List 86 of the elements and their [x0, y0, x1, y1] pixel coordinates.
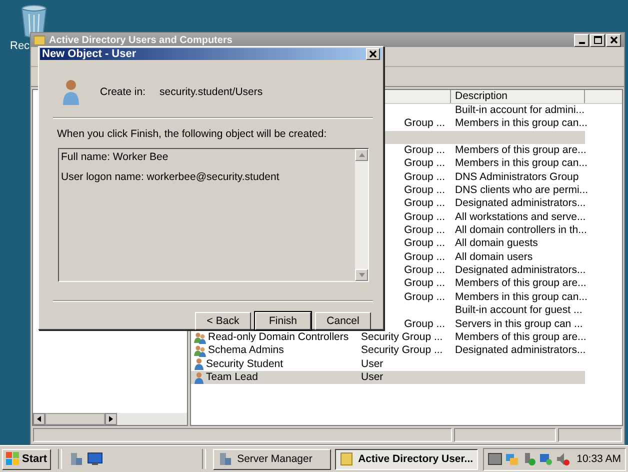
table-cell: DNS Administrators Group	[455, 170, 579, 183]
users-icon	[194, 332, 206, 344]
summary-line: Full name: Worker Bee	[61, 151, 170, 163]
table-cell: Group ...	[404, 277, 445, 291]
dialog-button[interactable]: < Back	[195, 312, 251, 330]
table-cell: Group ...	[404, 157, 445, 171]
start-button[interactable]: Start	[2, 448, 52, 470]
down-arrow-icon	[358, 273, 364, 277]
network-icon[interactable]	[538, 452, 553, 466]
table-cell: Group ...	[404, 184, 445, 198]
table-cell: All domain users	[455, 250, 533, 263]
window-title: Active Directory Users and Computers	[49, 34, 232, 46]
table-cell: Group ...	[404, 144, 445, 158]
up-arrow-icon	[358, 153, 364, 157]
table-cell: All workstations and serve...	[455, 210, 586, 223]
table-cell: Group ...	[404, 224, 445, 238]
dialog-button[interactable]: Cancel	[315, 312, 371, 330]
table-cell: Group ...	[404, 250, 445, 264]
table-cell: Designated administrators...	[455, 344, 586, 356]
table-cell: Built-in account for admini...	[455, 104, 585, 116]
users-icon	[194, 344, 206, 357]
table-cell: Servers in this group can ...	[455, 318, 583, 330]
table-cell: Schema Admins	[208, 344, 284, 358]
table-cell: Read-only Domain Controllers	[208, 330, 349, 344]
table-cell: Members in this group can...	[455, 117, 588, 130]
table-cell: Members in this group can...	[455, 157, 588, 170]
folder-icon	[340, 452, 354, 466]
dialog-button[interactable]: Finish	[255, 312, 311, 330]
taskbar-button[interactable]: Active Directory User...	[335, 448, 478, 470]
table-cell: Team Lead	[206, 370, 258, 384]
user-icon	[194, 358, 204, 370]
taskbar-button[interactable]: Server Manager	[213, 448, 332, 470]
table-cell: Group ...	[404, 318, 445, 331]
list-row[interactable]: Schema Admins Security Group ... Designated administrators...	[191, 344, 585, 358]
list-row[interactable]: Team Lead User	[191, 370, 585, 384]
user-icon	[194, 372, 204, 384]
table-cell: Security Group ...	[361, 330, 443, 344]
table-cell: User	[361, 358, 384, 371]
volume-muted-icon[interactable]	[556, 452, 570, 466]
list-row[interactable]: Read-only Domain Controllers Security Group ... Members of this group are...	[191, 330, 585, 344]
right-arrow-icon	[109, 416, 113, 422]
table-cell: Members of this group are...	[455, 144, 586, 156]
dialog-title: New Object - User	[42, 48, 136, 60]
server-icon[interactable]	[69, 452, 84, 466]
server-icon	[218, 452, 232, 466]
table-cell: Group ...	[404, 264, 445, 278]
left-arrow-icon	[37, 416, 41, 422]
table-cell: Group ...	[404, 210, 445, 224]
table-cell: Security Student	[206, 358, 284, 371]
list-row[interactable]: Security Student User	[191, 358, 585, 371]
clock[interactable]: 10:33 AM	[576, 453, 621, 465]
table-cell: Group ...	[404, 290, 445, 304]
summary-line: User logon name: workerbee@security.student	[61, 171, 280, 183]
folder-icon	[34, 35, 45, 45]
table-cell: Built-in account for guest ...	[455, 304, 582, 316]
table-cell: All domain guests	[455, 237, 538, 250]
create-in-path: security.student/Users	[160, 86, 263, 98]
table-cell: All domain controllers in th...	[455, 224, 587, 236]
create-in-label: Create in:	[100, 86, 146, 98]
windows-logo-icon	[6, 452, 20, 466]
table-cell: Designated administrators...	[455, 197, 586, 210]
close-button[interactable]	[606, 34, 621, 46]
table-cell: Designated administrators...	[455, 264, 586, 276]
minimize-button[interactable]	[574, 34, 589, 46]
close-icon	[610, 36, 618, 44]
monitor-icon[interactable]	[87, 452, 104, 466]
horizontal-scrollbar[interactable]	[33, 413, 187, 425]
table-cell: Members in this group can...	[455, 290, 588, 303]
table-cell: Members of this group are...	[455, 277, 586, 290]
maximize-button[interactable]	[590, 34, 605, 46]
close-button[interactable]	[366, 48, 380, 60]
table-cell: Group ...	[404, 197, 445, 211]
maximize-icon	[594, 36, 602, 44]
user-icon	[62, 79, 80, 105]
table-cell: Group ...	[404, 117, 445, 131]
desktop-icon-label: Rec	[10, 40, 30, 52]
close-icon	[369, 50, 377, 58]
vertical-scrollbar[interactable]	[355, 149, 368, 281]
table-cell: Members of this group are...	[455, 330, 586, 343]
intro-text: When you click Finish, the following object will be created:	[57, 128, 328, 140]
vm-icon[interactable]	[488, 453, 502, 465]
table-cell: Group ...	[404, 170, 445, 184]
table-cell: Security Group ...	[361, 344, 443, 358]
table-cell: Group ...	[404, 237, 445, 251]
table-cell: DNS clients who are permi...	[455, 184, 588, 196]
table-cell: User	[361, 370, 384, 384]
